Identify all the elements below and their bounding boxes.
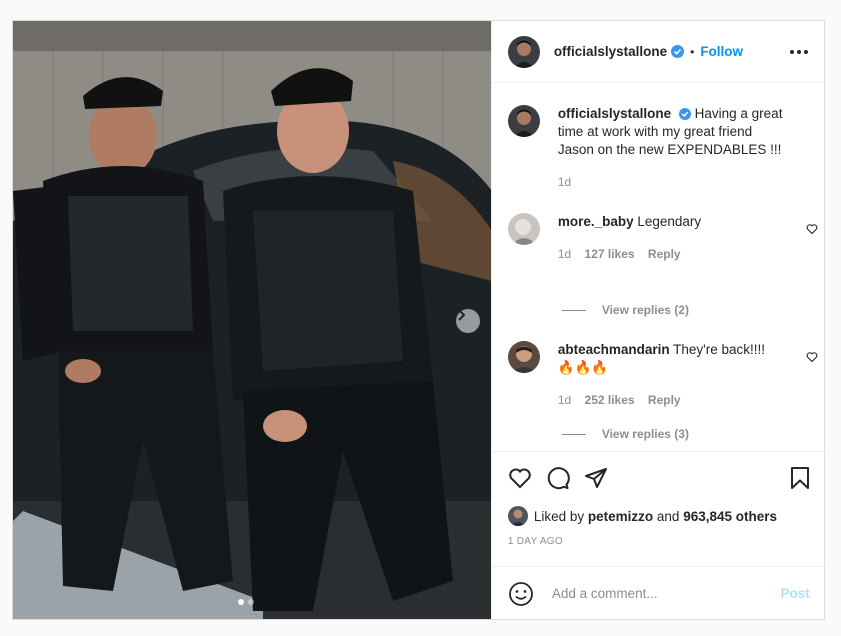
comment-text: They're back!!!!	[673, 342, 765, 357]
liked-by-row: Liked by petemizzo and 963,845 others	[492, 506, 826, 526]
comment-like-heart-icon[interactable]	[806, 351, 818, 363]
view-replies-label: View replies (2)	[601, 303, 689, 317]
chevron-right-icon	[458, 309, 466, 321]
comment-likes[interactable]: 127 likes	[585, 247, 635, 261]
caption-time[interactable]: 1d	[558, 175, 571, 189]
comment-username[interactable]: more._baby	[558, 214, 634, 229]
view-replies-button[interactable]: View replies (2)	[561, 303, 689, 317]
follow-button[interactable]: Follow	[700, 44, 743, 59]
carousel-dot	[248, 599, 254, 605]
caption-body: officialslystallone Having a great time …	[558, 105, 788, 191]
likes-count-link[interactable]: 963,845 others	[683, 509, 777, 524]
and-label: and	[656, 508, 680, 524]
share-paper-plane-icon[interactable]	[584, 466, 608, 490]
username-link[interactable]: officialslystallone	[554, 44, 667, 59]
liked-by-user-link[interactable]: petemizzo	[588, 509, 653, 524]
photo-illustration	[13, 21, 491, 619]
comment-item: more._baby Legendary 1d 127 likes Reply	[507, 213, 818, 263]
next-photo-button[interactable]	[456, 309, 480, 333]
comment-bubble-icon[interactable]	[546, 466, 570, 490]
post-comment-button[interactable]: Post	[781, 586, 810, 601]
fire-emoji: 🔥🔥🔥	[557, 360, 609, 375]
post-photo[interactable]	[13, 21, 491, 619]
save-bookmark-icon[interactable]	[788, 466, 812, 490]
post-actions-section: Liked by petemizzo and 963,845 others 1 …	[491, 451, 826, 620]
post-side-panel: officialslystallone • Follow officialsly…	[490, 21, 826, 620]
comment-meta: 1d 252 likes Reply	[558, 391, 788, 409]
comment-time[interactable]: 1d	[558, 247, 571, 261]
comment-likes[interactable]: 252 likes	[585, 393, 635, 407]
emoji-picker-icon[interactable]	[508, 581, 534, 607]
post-timestamp[interactable]: 1 DAY AGO	[492, 536, 826, 547]
comment-body: more._baby Legendary 1d 127 likes Reply	[558, 213, 788, 263]
caption-meta: 1d	[558, 173, 788, 191]
liked-by-prefix: Liked by	[533, 508, 585, 524]
action-icons	[492, 452, 826, 492]
avatar[interactable]	[507, 341, 540, 373]
reply-button[interactable]: Reply	[648, 393, 681, 407]
add-comment-bar: Post	[491, 566, 826, 620]
carousel-dots	[238, 599, 254, 605]
view-replies-label: View replies (3)	[601, 427, 689, 441]
verified-badge-icon	[671, 45, 685, 58]
comment-username[interactable]: abteachmandarin	[558, 342, 670, 357]
verified-badge-icon	[678, 108, 691, 120]
separator-dot: •	[690, 44, 695, 59]
post-header: officialslystallone • Follow	[491, 21, 824, 83]
comment-text: Legendary	[637, 214, 702, 229]
comment-time[interactable]: 1d	[558, 393, 571, 407]
instagram-post: officialslystallone • Follow officialsly…	[12, 20, 826, 620]
reply-button[interactable]: Reply	[648, 247, 681, 261]
carousel-dot-active	[238, 599, 244, 605]
comments-list[interactable]: officialslystallone Having a great time …	[492, 83, 826, 451]
add-comment-input[interactable]	[549, 585, 781, 602]
avatar[interactable]	[507, 35, 540, 68]
caption: officialslystallone Having a great time …	[507, 105, 818, 191]
more-options-icon[interactable]	[790, 49, 808, 54]
comment-body: abteachmandarin They're back!!!! 🔥🔥🔥 1d …	[558, 341, 788, 409]
comment-item: abteachmandarin They're back!!!! 🔥🔥🔥 1d …	[507, 341, 818, 409]
avatar[interactable]	[507, 105, 540, 137]
avatar[interactable]	[507, 213, 540, 245]
avatar[interactable]	[507, 506, 528, 526]
comment-meta: 1d 127 likes Reply	[558, 245, 788, 263]
caption-username[interactable]: officialslystallone	[558, 106, 671, 121]
like-heart-icon[interactable]	[508, 466, 532, 490]
view-replies-button[interactable]: View replies (3)	[561, 427, 689, 441]
comment-like-heart-icon[interactable]	[806, 223, 818, 235]
